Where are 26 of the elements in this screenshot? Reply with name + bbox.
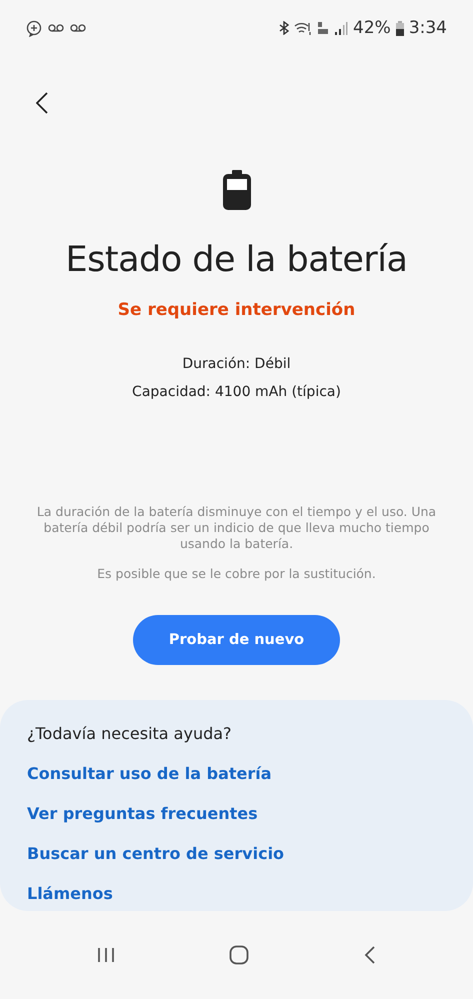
- signal-icon: [334, 21, 348, 35]
- recent-apps-icon[interactable]: [97, 947, 116, 963]
- home-icon[interactable]: [229, 945, 250, 965]
- battery-icon: [222, 170, 250, 210]
- battery-icon: [396, 20, 404, 36]
- wifi-icon: [294, 21, 312, 35]
- info-paragraph: Es posible que se le cobre por la sustitución.: [96, 566, 377, 582]
- info-paragraph: La duración de la batería disminuye con el tiempo y el uso. Una batería débil podría ser un indicio de que lleva mucho tiempo usando la batería.: [36, 504, 438, 552]
- add-message-icon: [26, 20, 42, 36]
- page-title: Estado de la batería: [66, 240, 408, 280]
- voicemail-icon: [48, 24, 64, 32]
- bluetooth-icon: [279, 21, 290, 35]
- back-icon[interactable]: [36, 92, 48, 114]
- detail-text: Capacidad: 4100 mAh (típica): [132, 384, 341, 400]
- back-icon[interactable]: [364, 946, 376, 964]
- battery-percent: 42%: [353, 18, 391, 38]
- clock-time: 3:34: [408, 18, 447, 38]
- help-link[interactable]: Llámenos: [27, 884, 113, 903]
- help-link[interactable]: Ver preguntas frecuentes: [27, 804, 258, 823]
- detail-text: Duración: Débil: [182, 356, 291, 372]
- status-text: Se requiere intervención: [118, 300, 356, 320]
- voicemail-icon: [70, 24, 86, 32]
- retry-button[interactable]: Probar de nuevo: [133, 615, 340, 665]
- help-link[interactable]: Consultar uso de la batería: [27, 764, 272, 783]
- help-link[interactable]: Buscar un centro de servicio: [27, 844, 284, 863]
- help-title: ¿Todavía necesita ayuda?: [27, 724, 233, 743]
